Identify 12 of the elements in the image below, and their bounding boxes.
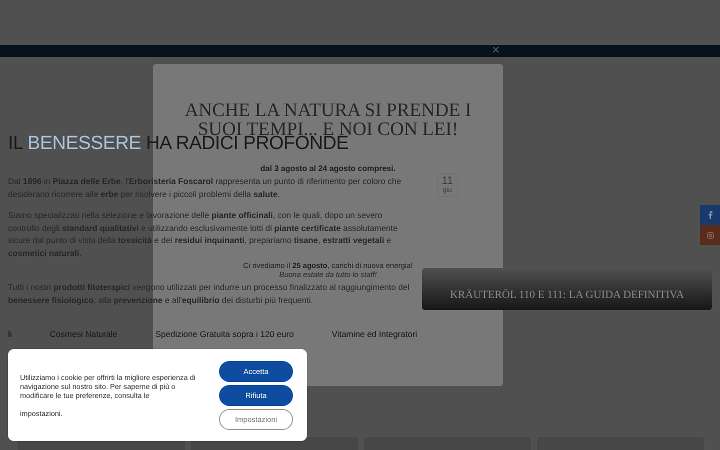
category-link[interactable]: Cosmesi Naturale [50, 329, 118, 339]
facebook-button[interactable] [700, 205, 720, 225]
instagram-button[interactable] [700, 225, 720, 245]
category-link[interactable]: li [8, 329, 12, 339]
close-button[interactable]: × [492, 43, 500, 57]
popup-dates: dal 3 agosto al 24 agosto compresi. [260, 164, 396, 173]
article-banner[interactable]: KRÄUTERÖL 110 E 111: LA GUIDA DEFINITIVA [422, 268, 712, 310]
category-link[interactable]: Vitamine ed Integratori [332, 329, 418, 339]
camera-icon [706, 232, 714, 238]
category-link[interactable]: Spedizione Gratuita sopra i 120 euro [155, 329, 294, 339]
facebook-icon [708, 211, 712, 219]
countdown-number: 11 [442, 175, 453, 187]
